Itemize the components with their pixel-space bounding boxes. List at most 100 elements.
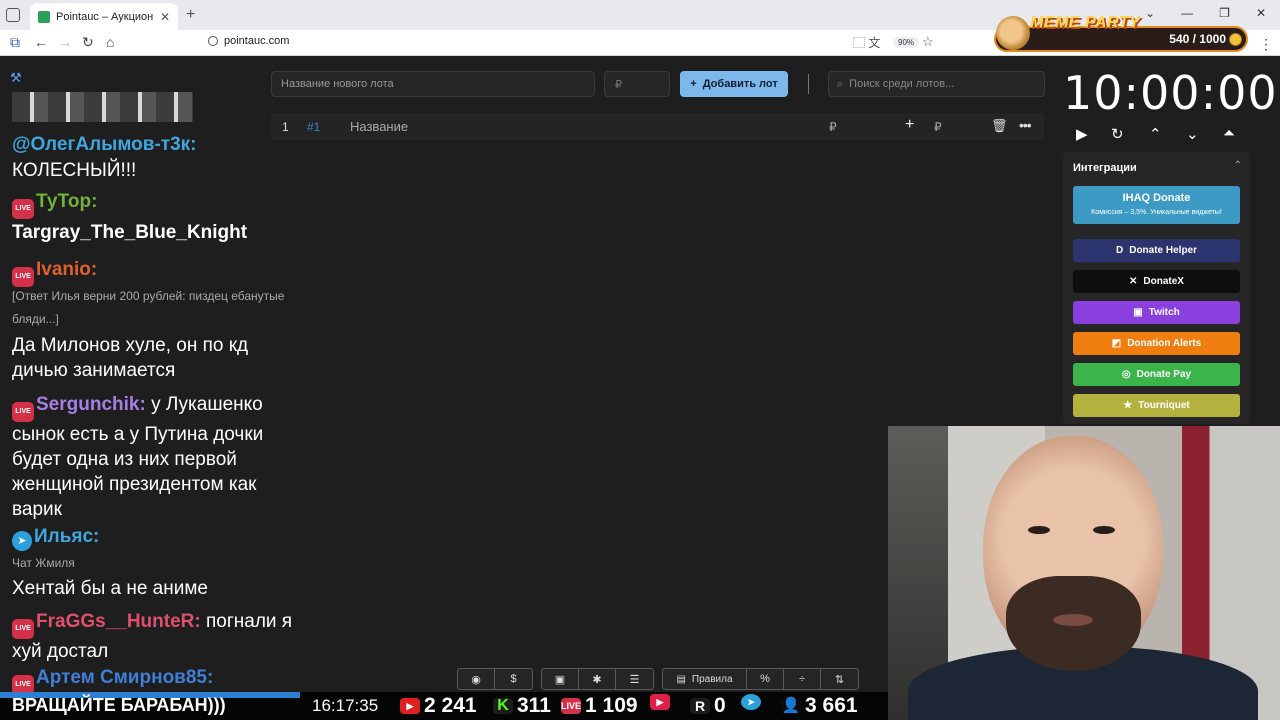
delete-lot-icon[interactable]: 🗑 — [991, 118, 1008, 134]
toolbar-group-links: ◉ $ — [457, 668, 533, 690]
lot-search-input[interactable]: ⌕ Поиск среди лотов... — [828, 71, 1045, 97]
streamer-eye — [1028, 526, 1050, 534]
bug-icon[interactable]: ✱ — [579, 669, 616, 689]
install-and-translate-icons[interactable]: ⬚ 文 — [853, 34, 880, 51]
live-badge-icon: LIVE — [12, 267, 34, 287]
chat-nick: FraGGs__HunteR: — [36, 611, 201, 632]
chat-message: LIVE Ivanio: — [12, 259, 97, 287]
kick-icon: K — [493, 698, 513, 714]
new-lot-name-input[interactable]: Название нового лота — [271, 71, 595, 97]
new-tab-icon[interactable]: + — [186, 6, 195, 24]
tourniquet-button[interactable]: ★ Tourniquet — [1073, 394, 1240, 417]
chat-text: Targray_The_Blue_Knight — [12, 222, 248, 243]
percent-icon[interactable]: % — [747, 669, 784, 689]
donate-helper-button[interactable]: D Donate Helper — [1073, 239, 1240, 262]
donatex-button[interactable]: ✕ DonateX — [1073, 270, 1240, 293]
collapse-icon[interactable]: ⌃ — [1234, 160, 1242, 171]
chat-text: Хентай бы а не аниме — [12, 578, 208, 599]
site-info-icon[interactable] — [208, 36, 218, 46]
lot-row[interactable]: 1 #1 Название ₽ + ₽ 🗑 ••• — [271, 113, 1044, 140]
twitch-label: Twitch — [1148, 307, 1180, 318]
rules-icon: ▤ — [676, 673, 686, 685]
meme-party-logo: MEME PARTY — [1030, 14, 1141, 31]
browser-tab[interactable]: Pointauc – Аукционы, лотерея ✕ — [30, 3, 178, 30]
live-badge-icon: LIVE — [12, 619, 34, 639]
lot-name[interactable]: Название — [350, 119, 408, 134]
double-increase-icon[interactable]: ⏶ — [1223, 125, 1235, 142]
add-lot-button[interactable]: + Добавить лот — [680, 71, 788, 97]
tab-title: Pointauc – Аукционы, лотерея — [56, 10, 154, 23]
lot-index: 1 — [282, 120, 289, 134]
ihaq-donate-button[interactable]: IHAQ Donate Комиссия – 3,5%. Уникальные … — [1073, 186, 1240, 224]
browser-menu-icon[interactable]: ⋮ — [1259, 36, 1273, 53]
twitch-button[interactable]: ▣ Twitch — [1073, 301, 1240, 324]
chat-message: LIVE Артем Смирнов85: — [12, 667, 213, 695]
decrease-time-icon[interactable]: ⌄ — [1186, 125, 1199, 143]
bookmark-star-icon[interactable]: ☆ — [922, 34, 934, 50]
ihaq-subtitle: Комиссия – 3,5%. Уникальные виджеты! — [1091, 209, 1222, 216]
streamer-eye — [1093, 526, 1115, 534]
kick-viewers: K 311 — [493, 694, 551, 718]
meme-party-widget: MEME PARTY 540 / 1000 — [994, 14, 1248, 52]
tab-actions-icon[interactable] — [6, 8, 20, 22]
chat-nick: Ильяс: — [34, 526, 100, 547]
split-icon[interactable]: ÷ — [784, 669, 821, 689]
more-options-icon[interactable]: ••• — [1019, 117, 1032, 133]
chat-text: Да Милонов хуле, он по кд дичью занимает… — [12, 335, 249, 381]
chat-message: LIVE ТуТор: — [12, 191, 97, 219]
chat-text: КОЛЕСНЫЙ!!! — [12, 160, 137, 181]
vk-live-icon: LIVE — [561, 698, 581, 714]
add-amount-icon[interactable]: + — [905, 116, 914, 134]
rutube-count-group: R0 — [690, 694, 726, 718]
donate-helper-icon: D — [1115, 245, 1124, 256]
play-icon[interactable]: ▶ — [1076, 125, 1088, 143]
rutube-viewers: ▶ — [650, 694, 670, 710]
forward-icon[interactable]: → — [58, 34, 72, 50]
coin-icon — [1229, 33, 1242, 46]
toolbar-group-view: ▤ Правила % ÷ ⇅ — [662, 668, 859, 690]
youtube-count: 2 241 — [424, 694, 477, 717]
tab-favicon-icon — [38, 10, 50, 23]
bottom-toolbar: ◉ $ ▣ ✱ ☰ ▤ Правила % ÷ ⇅ — [457, 668, 859, 690]
sort-icon[interactable]: ⇅ — [821, 669, 858, 689]
add-lot-label: Добавить лот — [702, 78, 778, 90]
github-icon[interactable]: ◉ — [458, 669, 495, 689]
chat-message: LIVE Sergunchik: у Лукашенко сынок есть а… — [12, 392, 302, 522]
plus-icon: + — [690, 78, 697, 90]
reset-timer-icon[interactable]: ↻ — [1111, 125, 1124, 143]
split-screen-icon[interactable]: ⧉ — [10, 34, 20, 51]
auction-hammer-icon[interactable]: ⚒ — [10, 70, 22, 86]
lot-add-amount-input[interactable]: ₽ — [934, 120, 942, 134]
lot-amount: ₽ — [829, 120, 837, 134]
zoom-level[interactable]: 90% — [893, 37, 920, 48]
chat-nick: @ОлегАлымов-т3к: — [12, 134, 197, 155]
donate-helper-label: Donate Helper — [1129, 245, 1198, 256]
url-field[interactable]: pointauc.com — [208, 35, 289, 47]
live-badge-icon: LIVE — [12, 402, 34, 422]
total-viewers-count: 3 661 — [805, 694, 858, 717]
tourniquet-label: Tourniquet — [1138, 400, 1190, 411]
telegram-stat: ➤ — [741, 694, 761, 710]
back-icon[interactable]: ← — [34, 34, 48, 50]
search-icon: ⌕ — [837, 78, 844, 90]
save-icon[interactable]: ▣ — [542, 669, 579, 689]
home-icon[interactable]: ⌂ — [106, 34, 114, 50]
chat-message: ➤ Ильяс: — [12, 526, 99, 551]
donatex-label: DonateX — [1143, 276, 1184, 287]
new-lot-price-input[interactable]: ₽ — [604, 71, 670, 97]
rules-button[interactable]: ▤ Правила — [663, 669, 747, 689]
increase-time-icon[interactable]: ⌃ — [1149, 125, 1162, 143]
chat-message: LIVE FraGGs__HunteR: погнали я хуй достал — [12, 609, 312, 664]
donate-pay-label: Donate Pay — [1136, 369, 1192, 380]
close-tab-icon[interactable]: ✕ — [160, 10, 170, 24]
donation-alerts-button[interactable]: ◩ Donation Alerts — [1073, 332, 1240, 355]
donate-pay-button[interactable]: ◎ Donate Pay — [1073, 363, 1240, 386]
donate-dollar-icon[interactable]: $ — [495, 669, 532, 689]
ihaq-title: IHAQ Donate — [1122, 192, 1191, 204]
total-viewers: 👤 3 661 — [781, 694, 858, 718]
close-window-icon[interactable]: ✕ — [1256, 6, 1266, 20]
stream-clock: 16:17:35 — [312, 696, 379, 715]
reload-icon[interactable]: ↻ — [82, 34, 94, 51]
live-badge-icon: LIVE — [12, 199, 34, 219]
clear-list-icon[interactable]: ☰ — [616, 669, 653, 689]
